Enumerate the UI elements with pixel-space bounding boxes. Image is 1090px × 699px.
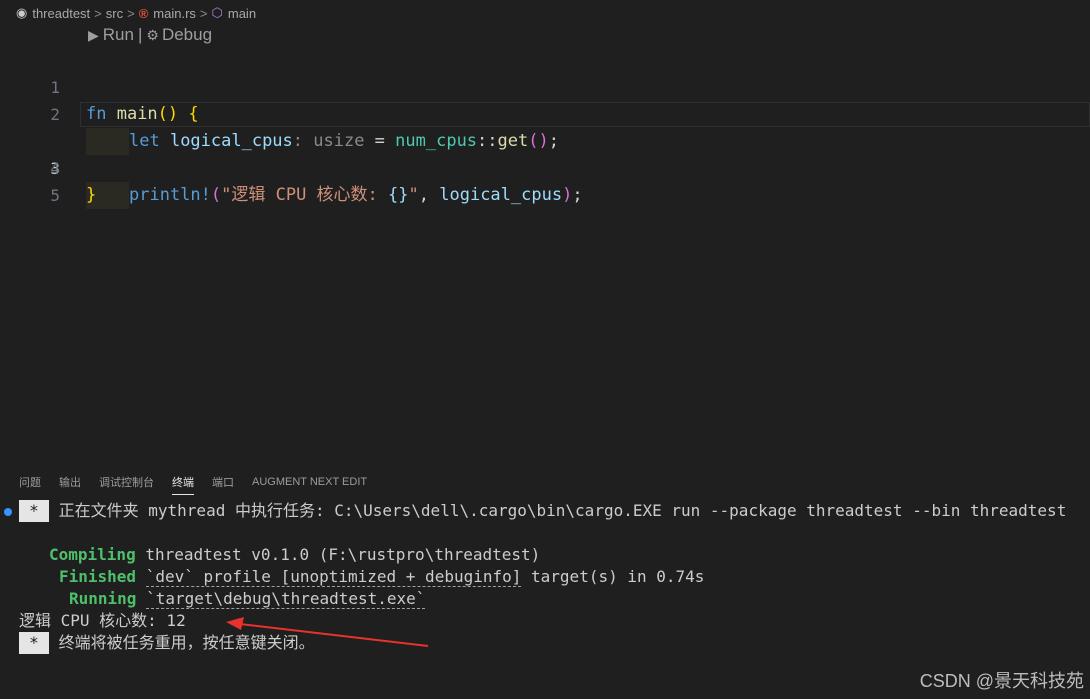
format-placeholder-token: {} (388, 185, 409, 205)
panel-tabs: 问题 输出 调试控制台 终端 端口 AUGMENT NEXT EDIT (0, 464, 1090, 500)
code-line-active[interactable]: 3 println!("逻辑 CPU 核心数: {}", logical_cpu… (0, 101, 1090, 209)
compiling-text: threadtest v0.1.0 (F:\rustpro\threadtest… (135, 545, 541, 564)
bottom-panel: 问题 输出 调试控制台 终端 端口 AUGMENT NEXT EDIT * 正在… (0, 464, 1090, 699)
breadcrumb-src[interactable]: src (106, 6, 123, 21)
play-icon[interactable]: ▶ (88, 27, 99, 44)
terminal-compiling-line: Compiling threadtest v0.1.0 (F:\rustpro\… (49, 544, 540, 566)
current-line-highlight (80, 102, 1090, 127)
reuse-text: 终端将被任务重用，按任意键关闭。 (49, 633, 315, 652)
terminal-output-line: 逻辑 CPU 核心数: 12 (19, 611, 186, 630)
symbol-cube-icon: ⬡ (211, 5, 223, 20)
paren-token: ) (562, 185, 573, 205)
breadcrumb-separator: > (127, 5, 135, 21)
gear-icon[interactable]: ⚙ (146, 27, 159, 44)
comma-token: , (418, 185, 440, 205)
task-status-dot (4, 508, 12, 516)
string-token: "逻辑 CPU 核心数: (221, 185, 389, 205)
terminal-task-line: * 正在文件夹 mythread 中执行任务: C:\Users\dell\.c… (19, 500, 1066, 522)
tab-debug-console[interactable]: 调试控制台 (99, 470, 154, 494)
semicolon-token: ; (572, 185, 583, 205)
string-token: " (408, 185, 419, 205)
tab-augment-next-edit[interactable]: AUGMENT NEXT EDIT (252, 472, 367, 492)
rust-file-icon: ® (138, 5, 149, 21)
breadcrumb-separator: > (94, 5, 102, 21)
breadcrumb-file[interactable]: main.rs (153, 6, 196, 21)
code-line[interactable]: 5 (0, 155, 1090, 205)
tab-output[interactable]: 输出 (59, 470, 81, 494)
breadcrumb-folder[interactable]: threadtest (32, 6, 90, 21)
code-line[interactable]: 1 fn main() { (0, 47, 1090, 124)
codelens: ▶ Run | ⚙ Debug (88, 25, 212, 45)
finished-profile: `dev` profile [unoptimized + debuginfo] (145, 567, 522, 587)
watermark: CSDN @景天科技苑 (919, 671, 1084, 691)
brace-token: } (86, 185, 97, 205)
codelens-separator: | (137, 25, 143, 44)
run-codelens[interactable]: Run (103, 25, 134, 45)
finished-text: target(s) in 0.74s (521, 567, 705, 586)
finished-label: Finished (59, 567, 137, 586)
code-line[interactable]: 2 let logical_cpus: usize = num_cpus::ge… (0, 74, 1090, 155)
running-text: `target\debug\threadtest.exe` (146, 589, 426, 609)
terminal-reuse-line: * 终端将被任务重用，按任意键关闭。 (19, 632, 315, 654)
code-editor[interactable]: 1 fn main() { 2 let logical_cpus: usize … (0, 47, 1090, 209)
tab-problems[interactable]: 问题 (19, 470, 41, 494)
tab-terminal[interactable]: 终端 (172, 470, 194, 495)
code-line[interactable]: 4 } (0, 128, 1090, 205)
folder-circle-icon: ◉ (16, 5, 28, 20)
terminal-running-line: Running `target\debug\threadtest.exe` (69, 588, 426, 610)
macro-token: println! (129, 185, 211, 205)
breadcrumb: ◉ threadtest > src > ® main.rs > ⬡ main (16, 2, 256, 24)
task-star-badge: * (19, 500, 49, 522)
task-text: 正在文件夹 mythread 中执行任务: C:\Users\dell\.car… (49, 501, 1067, 520)
variable-token: logical_cpus (439, 185, 563, 205)
running-label: Running (69, 589, 137, 608)
breadcrumb-separator: > (199, 5, 208, 21)
terminal-finished-line: Finished `dev` profile [unoptimized + de… (59, 566, 704, 588)
line-number: 5 (50, 186, 60, 205)
debug-codelens[interactable]: Debug (162, 25, 212, 45)
breadcrumb-symbol[interactable]: main (228, 6, 256, 21)
tab-ports[interactable]: 端口 (212, 470, 234, 494)
compiling-label: Compiling (49, 545, 136, 564)
reuse-star-badge: * (19, 632, 49, 654)
paren-token: ( (210, 185, 222, 205)
